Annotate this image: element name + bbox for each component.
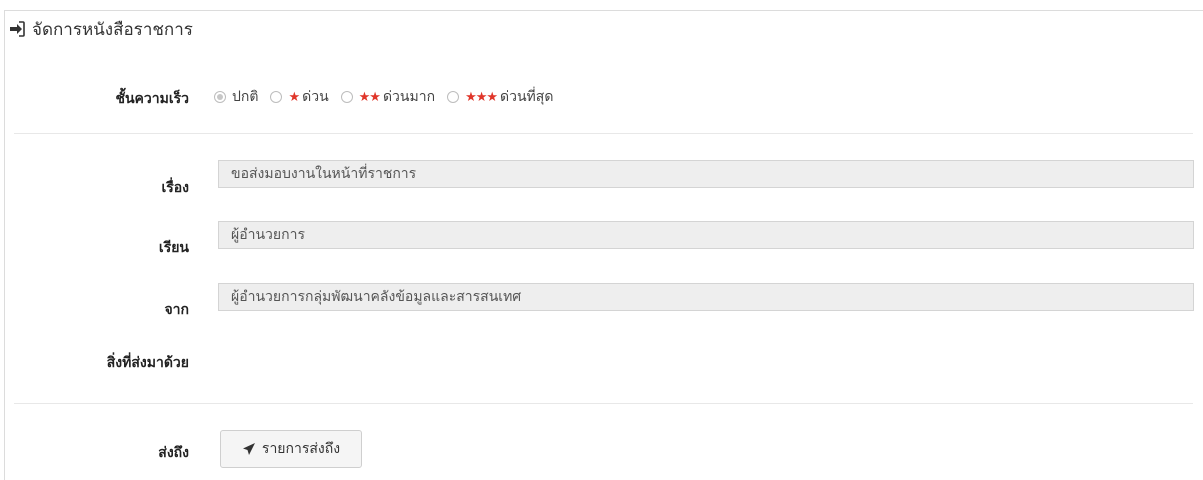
star-icon: ★: [288, 89, 300, 105]
to-label: เรียน: [158, 240, 189, 256]
attachments-label: สิ่งที่ส่งมาด้วย: [106, 355, 189, 371]
from-field[interactable]: ผู้อำนวยการกลุ่มพัฒนาคลังข้อมูลและสารสนเ…: [218, 283, 1194, 311]
priority-option-most-urgent[interactable]: ★★★ ด่วนที่สุด: [447, 86, 553, 108]
divider: [14, 133, 1193, 134]
subject-label: เรื่อง: [161, 180, 189, 196]
priority-option-very-urgent[interactable]: ★★ ด่วนมาก: [340, 86, 436, 108]
to-field[interactable]: ผู้อำนวยการ: [218, 221, 1194, 249]
priority-option-label: ด่วน: [302, 89, 329, 105]
radio-most-urgent[interactable]: [447, 91, 460, 103]
divider: [14, 403, 1193, 404]
star-icon: ★★: [358, 89, 381, 105]
radio-normal[interactable]: [214, 91, 226, 103]
send-list-button[interactable]: รายการส่งถึง: [220, 430, 362, 468]
send-label: ส่งถึง: [158, 445, 189, 461]
paper-plane-icon: [242, 443, 255, 455]
priority-option-normal[interactable]: ปกติ: [214, 86, 258, 108]
priority-option-label: ด่วนมาก: [382, 89, 436, 105]
priority-radio-group: ปกติ ★ ด่วน ★★ ด่วนมาก ★★★ ด่วนที่สุด: [214, 86, 565, 108]
panel-header: จัดการหนังสือราชการ: [8, 17, 193, 41]
from-label: จาก: [164, 302, 189, 318]
priority-option-label: ด่วนที่สุด: [500, 89, 554, 105]
priority-option-urgent[interactable]: ★ ด่วน: [270, 86, 329, 108]
star-icon: ★★★: [465, 89, 498, 105]
priority-option-label: ปกติ: [232, 89, 259, 105]
sign-in-icon: [10, 21, 25, 37]
panel-title: จัดการหนังสือราชการ: [32, 19, 193, 40]
radio-very-urgent[interactable]: [340, 91, 353, 103]
subject-field[interactable]: ขอส่งมอบงานในหน้าที่ราชการ: [218, 160, 1194, 188]
send-list-button-label: รายการส่งถึง: [261, 441, 341, 457]
priority-label: ชั้นความเร็ว: [115, 91, 189, 107]
radio-urgent[interactable]: [270, 91, 283, 103]
